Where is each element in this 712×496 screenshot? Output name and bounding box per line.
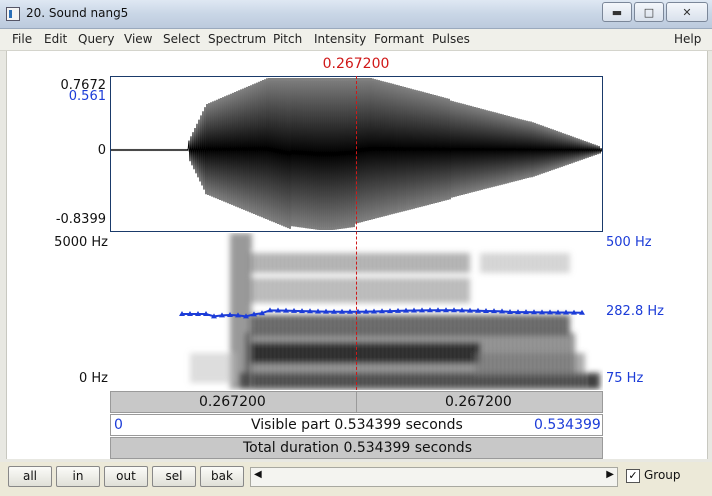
cursor-time-label: 0.267200 xyxy=(322,56,390,72)
menu-intensity[interactable]: Intensity xyxy=(314,32,366,46)
group-checkbox[interactable]: ✓ xyxy=(626,469,640,483)
visible-part-bar[interactable]: 0 Visible part 0.534399 seconds 0.534399 xyxy=(110,414,603,436)
minimize-button[interactable]: ▬ xyxy=(602,2,632,22)
spec-top-label: 5000 Hz xyxy=(54,235,108,250)
title-bar: 20. Sound nang5 ▬ □ ✕ xyxy=(0,0,712,29)
pitch-bottom-label: 75 Hz xyxy=(606,371,644,386)
maximize-icon: □ xyxy=(643,5,655,19)
minimize-icon: ▬ xyxy=(611,5,623,19)
pitch-mid-label: 282.8 Hz xyxy=(606,304,664,319)
window-controls: ▬ □ ✕ xyxy=(600,2,708,22)
visible-end-label: 0.534399 xyxy=(534,417,601,433)
wave-marker-label: 0.561 xyxy=(68,89,106,104)
close-button[interactable]: ✕ xyxy=(666,2,708,22)
menu-spectrum[interactable]: Spectrum xyxy=(208,32,266,46)
menu-view[interactable]: View xyxy=(124,32,152,46)
right-segment[interactable]: 0.267200 xyxy=(357,392,602,412)
spec-bottom-label: 0 Hz xyxy=(78,371,108,386)
total-duration-bar[interactable]: Total duration 0.534399 seconds xyxy=(110,437,603,459)
visible-start-label: 0 xyxy=(114,417,123,433)
scroll-left-icon[interactable]: ◀ xyxy=(254,469,262,480)
scroll-right-icon[interactable]: ▶ xyxy=(606,469,614,480)
bak-button[interactable]: bak xyxy=(200,466,244,487)
segment-bar: 0.267200 0.267200 xyxy=(110,391,603,413)
menu-edit[interactable]: Edit xyxy=(44,32,67,46)
cursor-line xyxy=(356,76,357,390)
menu-pitch[interactable]: Pitch xyxy=(273,32,302,46)
maximize-button[interactable]: □ xyxy=(634,2,664,22)
menu-file[interactable]: File xyxy=(12,32,32,46)
menu-query[interactable]: Query xyxy=(78,32,114,46)
window-title: 20. Sound nang5 xyxy=(26,6,129,20)
time-scrollbar[interactable]: ◀ ▶ xyxy=(250,467,618,487)
menu-help[interactable]: Help xyxy=(674,32,701,46)
in-button[interactable]: in xyxy=(56,466,100,487)
wave-min-label: -0.8399 xyxy=(55,212,106,227)
all-button[interactable]: all xyxy=(8,466,52,487)
left-segment[interactable]: 0.267200 xyxy=(111,392,357,412)
wave-zero-label: 0 xyxy=(97,143,106,158)
left-segment-label: 0.267200 xyxy=(199,394,266,410)
app-icon xyxy=(6,7,20,21)
visible-part-label: Visible part 0.534399 seconds xyxy=(251,417,463,433)
menu-pulses[interactable]: Pulses xyxy=(432,32,470,46)
right-segment-label: 0.267200 xyxy=(445,394,512,410)
menu-select[interactable]: Select xyxy=(163,32,200,46)
menu-formant[interactable]: Formant xyxy=(374,32,424,46)
out-button[interactable]: out xyxy=(104,466,148,487)
menu-bar: File Edit Query View Select Spectrum Pit… xyxy=(0,29,712,51)
total-duration-label: Total duration 0.534399 seconds xyxy=(243,440,472,456)
pitch-top-label: 500 Hz xyxy=(606,235,652,250)
group-label: Group xyxy=(644,468,681,482)
sel-button[interactable]: sel xyxy=(152,466,196,487)
close-icon: ✕ xyxy=(682,5,692,19)
